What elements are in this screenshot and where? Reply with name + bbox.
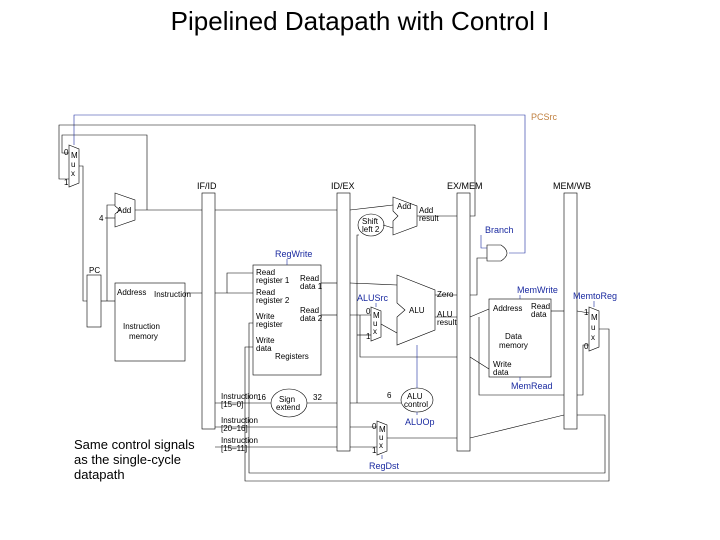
memwb-register [564, 193, 577, 429]
sixteen-label: 16 [257, 393, 266, 402]
branch-and-gate [487, 245, 507, 261]
aluop-label: ALUOp [405, 417, 435, 427]
alu-zero-label: Zero [437, 290, 454, 299]
pcsrc-label: PCSrc [531, 112, 558, 122]
svg-text:1: 1 [372, 446, 377, 455]
svg-text:result: result [419, 214, 439, 223]
svg-text:register 2: register 2 [256, 296, 290, 305]
svg-text:M: M [591, 313, 598, 322]
imem-name2: memory [129, 332, 158, 341]
svg-text:data: data [493, 368, 509, 377]
memread-label: MemRead [511, 381, 553, 391]
regdst-label: RegDst [369, 461, 400, 471]
memwb-label: MEM/WB [553, 181, 591, 191]
svg-text:data 2: data 2 [300, 314, 323, 323]
svg-text:0: 0 [584, 342, 589, 351]
datapath-diagram: IF/ID ID/EX EX/MEM MEM/WB M u x 0 1 PC A… [57, 85, 617, 505]
idex-register [337, 193, 350, 451]
svg-text:memory: memory [499, 341, 528, 350]
imem-addr-label: Address [117, 288, 146, 297]
six-label: 6 [387, 391, 392, 400]
dm-name: Data [505, 332, 522, 341]
svg-text:result: result [437, 318, 457, 327]
svg-text:register 1: register 1 [256, 276, 290, 285]
svg-text:left 2: left 2 [362, 225, 380, 234]
imem-out-label: Instruction [154, 290, 191, 299]
svg-text:x: x [379, 441, 383, 450]
svg-text:0: 0 [372, 422, 377, 431]
ifid-label: IF/ID [197, 181, 217, 191]
pc-mux-label: M [71, 151, 78, 160]
if-adder-label: Add [117, 206, 131, 215]
branch-add-label: Add [397, 202, 411, 211]
svg-text:x: x [591, 333, 595, 342]
exmem-register [457, 193, 470, 451]
svg-text:extend: extend [276, 403, 300, 412]
svg-text:[15–11]: [15–11] [221, 444, 247, 453]
svg-text:x: x [373, 327, 377, 336]
mux-in1: 1 [64, 178, 69, 187]
svg-text:data: data [256, 344, 272, 353]
imem-name: Instruction [123, 322, 160, 331]
svg-text:0: 0 [366, 307, 371, 316]
memtoreg-label: MemtoReg [573, 291, 617, 301]
svg-text:1: 1 [366, 332, 371, 341]
pc-mux-label2: u [71, 160, 75, 169]
svg-text:[15–0]: [15–0] [221, 400, 243, 409]
alusrc-label: ALUSrc [357, 293, 389, 303]
four-label: 4 [99, 214, 104, 223]
alu-label: ALU [409, 306, 425, 315]
exmem-label: EX/MEM [447, 181, 483, 191]
mux-in0: 0 [64, 148, 69, 157]
page-title: Pipelined Datapath with Control I [0, 6, 720, 37]
ifid-register [202, 193, 215, 429]
thirtytwo-label: 32 [313, 393, 322, 402]
pc-register [87, 275, 101, 327]
regfile-label: Registers [275, 352, 309, 361]
svg-text:register: register [256, 320, 283, 329]
svg-text:control: control [404, 400, 428, 409]
dm-addr-label: Address [493, 304, 522, 313]
idex-label: ID/EX [331, 181, 355, 191]
pc-mux-label3: x [71, 169, 75, 178]
svg-text:data 1: data 1 [300, 282, 323, 291]
memwrite-label: MemWrite [517, 285, 558, 295]
svg-text:data: data [531, 310, 547, 319]
regwrite-label: RegWrite [275, 249, 312, 259]
branch-label: Branch [485, 225, 514, 235]
svg-text:[20–16]: [20–16] [221, 424, 248, 433]
pc-label: PC [89, 266, 100, 275]
svg-text:u: u [591, 323, 595, 332]
